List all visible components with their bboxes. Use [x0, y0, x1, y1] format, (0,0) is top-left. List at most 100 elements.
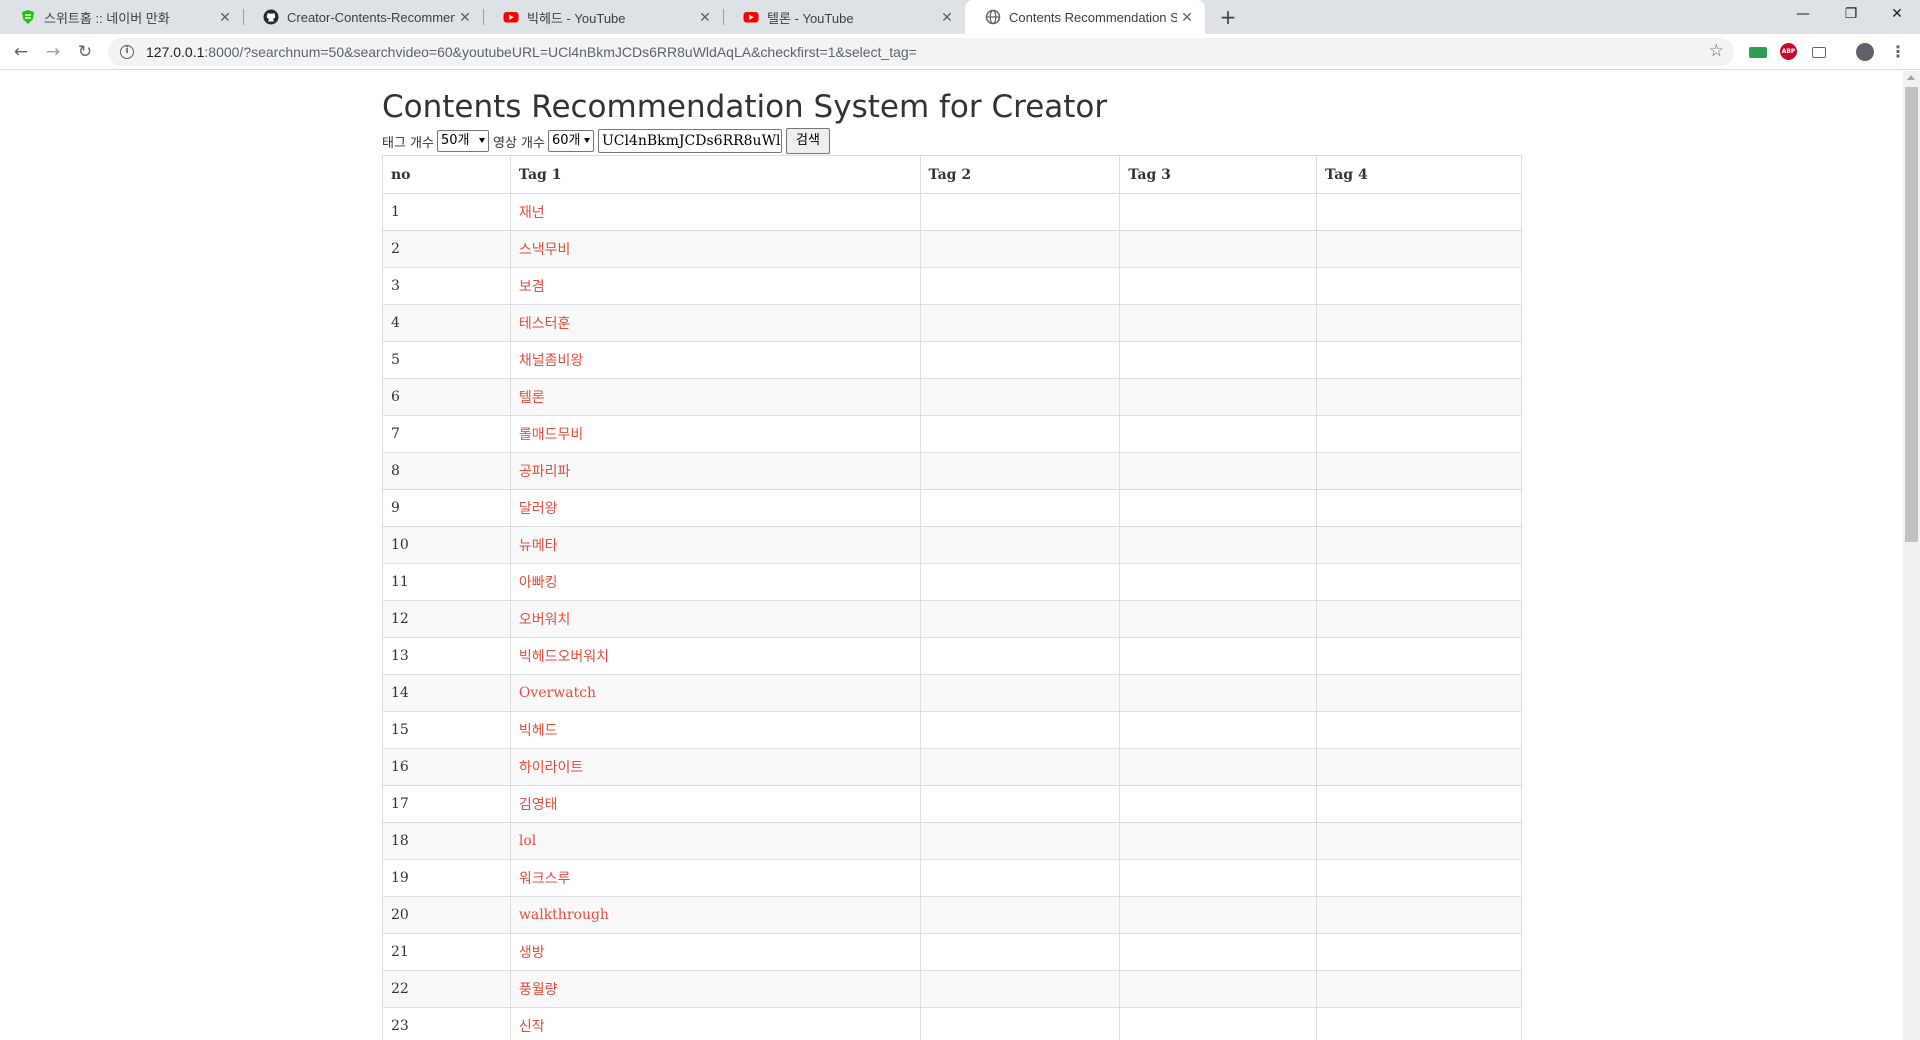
- tag-link[interactable]: 생방: [519, 945, 545, 961]
- column-header-tag4: Tag 4: [1316, 155, 1522, 194]
- tag2-cell: [919, 859, 1121, 897]
- tag2-cell: [919, 637, 1121, 675]
- profile-avatar-icon[interactable]: [1856, 43, 1874, 61]
- bookmark-star-icon[interactable]: ☆: [1709, 41, 1724, 61]
- table-row: 11 아빠킹: [382, 563, 1522, 601]
- tab-github[interactable]: Creator-Contents-Recommenda ✕: [243, 0, 483, 34]
- tag-link[interactable]: 채널좀비왕: [519, 353, 583, 369]
- reload-icon[interactable]: ↻: [72, 39, 98, 65]
- tag1-cell: 뉴메타: [509, 526, 921, 564]
- tag1-cell: 텔론: [509, 378, 921, 416]
- row-number: 17: [382, 785, 511, 823]
- tag-link[interactable]: 하이라이트: [519, 760, 583, 776]
- table-row: 3 보겸: [382, 267, 1522, 305]
- minimize-button[interactable]: —: [1780, 0, 1826, 30]
- row-number: 6: [382, 378, 511, 416]
- table-row: 15 빅헤드: [382, 711, 1522, 749]
- tag-link[interactable]: 뉴메타: [519, 538, 558, 554]
- tag3-cell: [1119, 193, 1318, 231]
- tag-link[interactable]: 롤매드무비: [519, 427, 583, 443]
- tag-link[interactable]: 재넌: [519, 205, 545, 221]
- tag-link[interactable]: 풍월량: [519, 982, 558, 998]
- search-button[interactable]: 검색: [785, 128, 830, 154]
- close-icon[interactable]: ✕: [1177, 9, 1197, 26]
- row-number: 3: [382, 267, 511, 305]
- tag1-cell: 재넌: [509, 193, 921, 231]
- close-window-button[interactable]: ✕: [1874, 0, 1920, 30]
- tag3-cell: [1119, 415, 1318, 453]
- youtube-icon: [743, 9, 759, 25]
- table-row: 18 lol: [382, 822, 1522, 860]
- tag2-cell: [919, 452, 1121, 490]
- address-bar[interactable]: i 127.0.0.1:8000/?searchnum=50&searchvid…: [108, 38, 1734, 66]
- new-tab-button[interactable]: +: [1214, 3, 1242, 31]
- close-icon[interactable]: ✕: [937, 9, 957, 26]
- tag-link[interactable]: 김영태: [519, 797, 558, 813]
- tag1-cell: 워크스루: [509, 859, 921, 897]
- table-row: 14 Overwatch: [382, 674, 1522, 712]
- tag-link[interactable]: 테스터훈: [519, 316, 571, 332]
- tag-link[interactable]: 신작: [519, 1019, 545, 1035]
- tag3-cell: [1119, 674, 1318, 712]
- row-number: 13: [382, 637, 511, 675]
- tag2-cell: [919, 933, 1121, 971]
- tab-title: 텔론 - YouTube: [767, 10, 854, 26]
- tag-count-label: 태그 개수: [382, 135, 434, 151]
- tag-link[interactable]: 오버워치: [519, 612, 571, 628]
- close-icon[interactable]: ✕: [695, 9, 715, 26]
- scrollbar-thumb[interactable]: [1905, 87, 1918, 542]
- column-header-tag2: Tag 2: [919, 155, 1121, 194]
- tag1-cell: 아빠킹: [509, 563, 921, 601]
- tag2-cell: [919, 600, 1121, 638]
- restore-button[interactable]: ❐: [1828, 0, 1874, 30]
- adblock-plus-icon[interactable]: ABP: [1780, 43, 1797, 60]
- tag4-cell: [1316, 637, 1522, 675]
- tag3-cell: [1119, 1007, 1318, 1040]
- vertical-scrollbar[interactable]: [1903, 71, 1920, 1040]
- tab-youtube-bighead[interactable]: 빅헤드 - YouTube ✕: [483, 0, 723, 34]
- tag4-cell: [1316, 526, 1522, 564]
- tag-link[interactable]: 달러왕: [519, 501, 558, 517]
- tag-link[interactable]: 보겸: [519, 279, 545, 295]
- tag3-cell: [1119, 304, 1318, 342]
- close-icon[interactable]: ✕: [455, 9, 475, 26]
- github-icon: [263, 9, 279, 25]
- close-icon[interactable]: ✕: [215, 9, 235, 26]
- tag-link[interactable]: Overwatch: [519, 685, 596, 701]
- cast-icon[interactable]: [1812, 47, 1826, 58]
- tag-link[interactable]: 빅헤드: [519, 723, 558, 739]
- table-header-row: no Tag 1 Tag 2 Tag 3 Tag 4: [382, 155, 1522, 194]
- tag-table: no Tag 1 Tag 2 Tag 3 Tag 4 1 재넌 2 스낵무비 3 보겸 4 테…: [382, 155, 1522, 1040]
- extension-icon[interactable]: [1749, 47, 1767, 58]
- tag-link[interactable]: 스낵무비: [519, 242, 571, 258]
- tag2-cell: [919, 748, 1121, 786]
- more-menu-icon[interactable]: ⋮: [1890, 40, 1906, 64]
- tag-link[interactable]: walkthrough: [519, 907, 609, 923]
- tag2-cell: [919, 230, 1121, 268]
- tag-link[interactable]: 워크스루: [519, 871, 571, 887]
- tag-link[interactable]: 텔론: [519, 390, 545, 406]
- tag-link[interactable]: 빅헤드오버워치: [519, 649, 609, 665]
- naver-webtoon-icon: [20, 9, 36, 25]
- tab-contents-recommendation[interactable]: Contents Recommendation Syst ✕: [965, 0, 1205, 34]
- tag4-cell: [1316, 785, 1522, 823]
- table-row: 2 스낵무비: [382, 230, 1522, 268]
- tag-count-select[interactable]: 50개: [436, 130, 489, 152]
- back-arrow-icon[interactable]: ←: [8, 39, 34, 65]
- tag-link[interactable]: lol: [519, 833, 536, 849]
- tag1-cell: 빅헤드오버워치: [509, 637, 921, 675]
- tag-link[interactable]: 아빠킹: [519, 575, 558, 591]
- tag3-cell: [1119, 452, 1318, 490]
- row-number: 10: [382, 526, 511, 564]
- info-icon[interactable]: i: [120, 45, 134, 59]
- channel-id-input[interactable]: UCl4nBkmJCDs6RR8uWldAqLA: [597, 129, 782, 153]
- scroll-up-arrow-icon[interactable]: [1907, 75, 1915, 80]
- tab-naver-webtoon[interactable]: 스위트홈 :: 네이버 만화 ✕: [0, 0, 243, 34]
- table-row: 10 뉴메타: [382, 526, 1522, 564]
- tag-link[interactable]: 공파리파: [519, 464, 571, 480]
- video-count-select[interactable]: 60개: [547, 130, 594, 152]
- url-text[interactable]: 127.0.0.1:8000/?searchnum=50&searchvideo…: [146, 44, 917, 60]
- table-row: 7 롤매드무비: [382, 415, 1522, 453]
- tab-youtube-telon[interactable]: 텔론 - YouTube ✕: [723, 0, 965, 34]
- forward-arrow-icon[interactable]: →: [40, 39, 66, 65]
